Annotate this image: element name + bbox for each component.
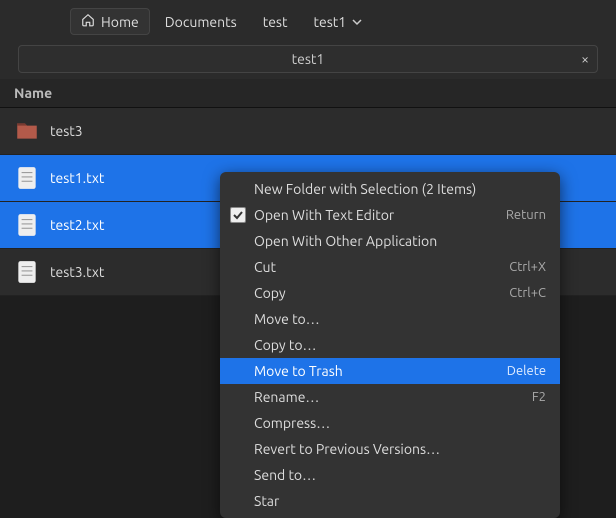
menu-move-to-trash[interactable]: Move to Trash Delete [220, 358, 560, 384]
checkbox-icon [230, 207, 246, 223]
menu-cut[interactable]: Cut Ctrl+X [220, 254, 560, 280]
menu-copy[interactable]: Copy Ctrl+C [220, 280, 560, 306]
menu-move-to[interactable]: Move to… [220, 306, 560, 332]
text-file-icon [14, 212, 40, 238]
breadcrumb-bar: Home Documents test test1 [0, 0, 616, 39]
search-value: test1 [19, 51, 597, 67]
list-item[interactable]: test3 [0, 108, 616, 155]
text-file-icon [14, 259, 40, 285]
menu-open-other-app[interactable]: Open With Other Application [220, 228, 560, 254]
chevron-down-icon [352, 14, 362, 30]
search-input[interactable]: test1 × [18, 45, 598, 73]
menu-star[interactable]: Star [220, 488, 560, 514]
breadcrumb-home[interactable]: Home [70, 8, 150, 35]
close-icon[interactable]: × [581, 51, 589, 67]
column-header-name[interactable]: Name [0, 79, 616, 108]
breadcrumb-label: test1 [314, 14, 347, 30]
file-name: test2.txt [50, 217, 104, 233]
menu-copy-to[interactable]: Copy to… [220, 332, 560, 358]
breadcrumb-documents[interactable]: Documents [154, 9, 248, 35]
menu-compress[interactable]: Compress… [220, 410, 560, 436]
menu-open-text-editor[interactable]: Open With Text Editor Return [220, 202, 560, 228]
text-file-icon [14, 165, 40, 191]
breadcrumb-label: Home [101, 14, 139, 30]
menu-new-folder-selection[interactable]: New Folder with Selection (2 Items) [220, 176, 560, 202]
home-icon [81, 13, 95, 30]
menu-send-to[interactable]: Send to… [220, 462, 560, 488]
breadcrumb-test[interactable]: test [252, 9, 299, 35]
menu-revert-versions[interactable]: Revert to Previous Versions… [220, 436, 560, 462]
file-name: test1.txt [50, 170, 104, 186]
search-area: test1 × [0, 39, 616, 79]
folder-icon [14, 118, 40, 144]
menu-rename[interactable]: Rename… F2 [220, 384, 560, 410]
breadcrumb-label: test [263, 14, 288, 30]
file-name: test3 [50, 123, 83, 139]
breadcrumb-label: Documents [165, 14, 237, 30]
file-name: test3.txt [50, 264, 104, 280]
context-menu: New Folder with Selection (2 Items) Open… [220, 172, 560, 518]
breadcrumb-test1[interactable]: test1 [303, 9, 374, 35]
